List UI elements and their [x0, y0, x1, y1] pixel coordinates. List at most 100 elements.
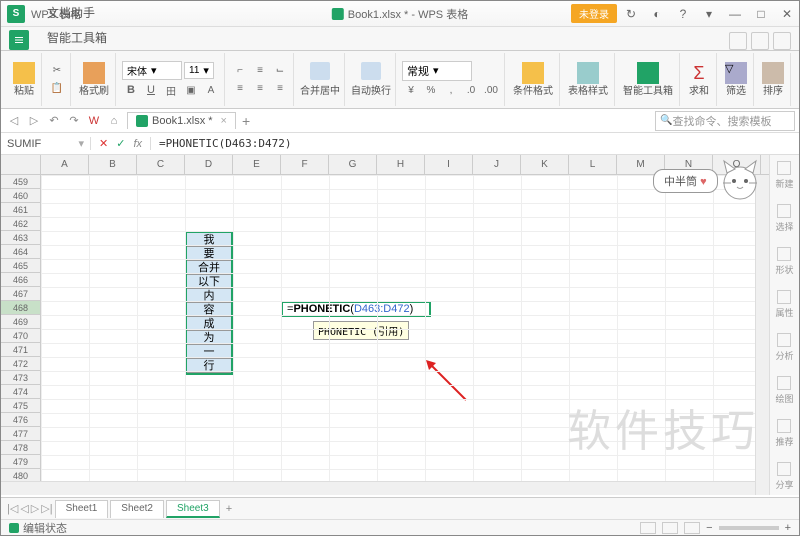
bold-icon[interactable]: B [122, 82, 140, 98]
ribbon-opt-2[interactable] [751, 32, 769, 50]
command-search[interactable]: 🔍 查找命令、搜索模板 [655, 111, 795, 131]
name-box[interactable]: SUMIF▾ [1, 137, 91, 150]
col-header-H[interactable]: H [377, 155, 425, 174]
number-format-drop[interactable]: 常规 ▾ [402, 61, 472, 81]
font-color-icon[interactable]: A [202, 82, 220, 98]
ribbon-opt-3[interactable] [773, 32, 791, 50]
sheet-tab-Sheet1[interactable]: Sheet1 [55, 500, 109, 518]
zoom-out[interactable]: − [706, 522, 712, 534]
rpanel-绘图[interactable]: 绘图 [775, 376, 793, 405]
col-header-F[interactable]: F [281, 155, 329, 174]
cancel-formula-icon[interactable]: ✕ [99, 137, 108, 150]
col-header-K[interactable]: K [521, 155, 569, 174]
file-button[interactable] [9, 30, 29, 50]
nav-refresh-icon[interactable]: W [85, 113, 103, 129]
sort-button[interactable]: 排序 [756, 53, 791, 106]
fx-icon[interactable]: fx [133, 138, 142, 150]
col-header-J[interactable]: J [473, 155, 521, 174]
doc-tab-close-icon[interactable]: × [221, 115, 227, 127]
row-header-462[interactable]: 462 [1, 217, 41, 231]
fill-icon[interactable]: ▣ [182, 82, 200, 98]
copy-icon[interactable]: 📋 [48, 81, 66, 97]
doc-tab-active[interactable]: Book1.xlsx * × [127, 112, 236, 129]
menu-tab-9[interactable]: 文档助手 [37, 0, 117, 25]
maximize-icon[interactable]: □ [749, 4, 773, 24]
row-header-465[interactable]: 465 [1, 259, 41, 273]
sheet-tab-Sheet2[interactable]: Sheet2 [110, 500, 164, 518]
refresh-icon[interactable]: ↻ [619, 4, 643, 24]
sheet-add[interactable]: + [226, 503, 232, 515]
align-center-icon[interactable]: ≡ [251, 81, 269, 97]
table-style-button[interactable]: 表格样式 [562, 53, 615, 106]
sheet-tab-Sheet3[interactable]: Sheet3 [166, 500, 220, 518]
skin-icon[interactable]: ◐ [645, 4, 669, 24]
nav-undo-icon[interactable]: ↶ [45, 113, 63, 129]
col-header-L[interactable]: L [569, 155, 617, 174]
rpanel-分享[interactable]: 分享 [775, 462, 793, 491]
row-header-464[interactable]: 464 [1, 245, 41, 259]
doc-tab-add[interactable]: + [242, 113, 250, 129]
confirm-formula-icon[interactable]: ✓ [116, 137, 125, 150]
col-header-E[interactable]: E [233, 155, 281, 174]
wrap-button[interactable]: 自动换行 [347, 53, 396, 106]
align-bot-icon[interactable]: ⌙ [271, 63, 289, 79]
row-header-466[interactable]: 466 [1, 273, 41, 287]
menu-tab-10[interactable]: 智能工具箱 [37, 25, 117, 50]
row-header-475[interactable]: 475 [1, 399, 41, 413]
nav-home-icon[interactable]: ⌂ [105, 113, 123, 129]
row-header-473[interactable]: 473 [1, 371, 41, 385]
merge-button[interactable]: 合并居中 [296, 53, 345, 106]
sheet-nav-last[interactable]: ▷| [41, 502, 52, 515]
row-header-463[interactable]: 463 [1, 231, 41, 245]
spreadsheet-grid[interactable]: ABCDEFGHIJKLMNO 459460461462463464465466… [1, 155, 799, 495]
col-header-A[interactable]: A [41, 155, 89, 174]
formula-input[interactable]: =PHONETIC(D463:D472) [151, 137, 799, 150]
smart-tools-button[interactable]: 智能工具箱 [617, 53, 680, 106]
row-header-479[interactable]: 479 [1, 455, 41, 469]
zoom-in[interactable]: + [785, 522, 791, 534]
row-header-469[interactable]: 469 [1, 315, 41, 329]
col-header-D[interactable]: D [185, 155, 233, 174]
row-header-478[interactable]: 478 [1, 441, 41, 455]
row-header-459[interactable]: 459 [1, 175, 41, 189]
row-header-461[interactable]: 461 [1, 203, 41, 217]
currency-icon[interactable]: ¥ [402, 83, 420, 99]
sum-button[interactable]: Σ求和 [682, 53, 717, 106]
format-painter-button[interactable]: 格式刷 [73, 53, 116, 106]
rpanel-属性[interactable]: 属性 [775, 290, 793, 319]
sheet-nav-prev[interactable]: ◁ [20, 502, 28, 515]
help-icon[interactable]: ? [671, 4, 695, 24]
cat-bubble[interactable]: 中半筒 ♥ [653, 169, 718, 193]
row-header-471[interactable]: 471 [1, 343, 41, 357]
border-icon[interactable]: 田 [162, 82, 180, 98]
row-header-472[interactable]: 472 [1, 357, 41, 371]
rpanel-形状[interactable]: 形状 [775, 247, 793, 276]
cond-format-button[interactable]: 条件格式 [507, 53, 560, 106]
row-header-474[interactable]: 474 [1, 385, 41, 399]
rpanel-分析[interactable]: 分析 [775, 333, 793, 362]
align-mid-icon[interactable]: ≡ [251, 63, 269, 79]
scrollbar-horizontal[interactable] [1, 481, 755, 495]
ribbon-opt-1[interactable] [729, 32, 747, 50]
minimize-icon[interactable]: — [723, 4, 747, 24]
align-top-icon[interactable]: ⌐ [231, 63, 249, 79]
dec-inc-icon[interactable]: .0 [462, 83, 480, 99]
align-right-icon[interactable]: ≡ [271, 81, 289, 97]
nav-fwd-icon[interactable]: ▷ [25, 113, 43, 129]
align-left-icon[interactable]: ≡ [231, 81, 249, 97]
format-button[interactable]: 格式 [793, 53, 799, 106]
percent-icon[interactable]: % [422, 83, 440, 99]
sheet-nav-first[interactable]: |◁ [7, 502, 18, 515]
cut-icon[interactable]: ✂ [48, 63, 66, 79]
view-break-icon[interactable] [684, 522, 700, 534]
rpanel-选择[interactable]: 选择 [775, 204, 793, 233]
view-page-icon[interactable] [662, 522, 678, 534]
zoom-slider[interactable] [719, 526, 779, 530]
menu-icon[interactable]: ▾ [697, 4, 721, 24]
rpanel-新建[interactable]: 新建 [775, 161, 793, 190]
underline-icon[interactable]: U [142, 82, 160, 98]
col-header-B[interactable]: B [89, 155, 137, 174]
rpanel-推荐[interactable]: 推荐 [775, 419, 793, 448]
comma-icon[interactable]: , [442, 83, 460, 99]
nav-back-icon[interactable]: ◁ [5, 113, 23, 129]
